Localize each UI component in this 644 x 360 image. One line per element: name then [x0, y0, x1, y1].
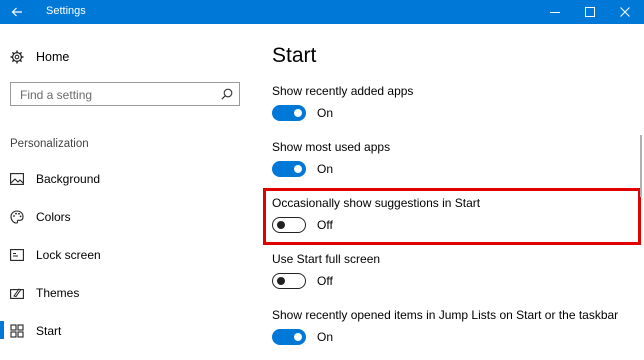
minimize-button[interactable] — [538, 0, 572, 24]
start-icon — [10, 324, 24, 338]
search-icon — [221, 88, 233, 100]
start-full-screen-toggle[interactable] — [272, 273, 306, 289]
setting-label: Use Start full screen — [272, 252, 381, 266]
sidebar-item-label: Themes — [36, 286, 80, 300]
sidebar-item-colors[interactable]: Colors — [0, 206, 256, 228]
setting-start-full-screen: Use Start full screen Off — [272, 252, 642, 289]
close-button[interactable] — [608, 0, 642, 24]
setting-label: Show recently added apps — [272, 84, 414, 98]
window-title: Settings — [46, 5, 86, 17]
palette-icon — [10, 210, 24, 224]
minimize-icon — [550, 12, 560, 13]
most-used-apps-toggle[interactable] — [272, 161, 306, 177]
sidebar-item-label: Colors — [36, 210, 71, 224]
themes-icon — [10, 286, 24, 300]
maximize-icon — [585, 7, 595, 17]
highlight-box — [263, 188, 641, 245]
search-placeholder: Find a setting — [20, 88, 93, 102]
sidebar-item-label: Start — [36, 324, 62, 338]
setting-most-used-apps: Show most used apps On — [272, 140, 642, 177]
toggle-state: On — [317, 162, 334, 176]
close-icon — [620, 7, 630, 17]
toggle-state: On — [317, 330, 334, 344]
sidebar-item-lock-screen[interactable]: Lock screen — [0, 244, 256, 266]
picture-icon — [10, 172, 24, 186]
sidebar-item-label: Background — [36, 172, 101, 186]
setting-recently-added-apps: Show recently added apps On — [272, 84, 642, 121]
sidebar-item-label: Lock screen — [36, 248, 101, 262]
setting-jump-lists: Show recently opened items in Jump Lists… — [272, 308, 642, 345]
lock-screen-icon — [10, 248, 24, 262]
jump-lists-toggle[interactable] — [272, 329, 306, 345]
home-label: Home — [36, 50, 70, 64]
sidebar-item-themes[interactable]: Themes — [0, 282, 256, 304]
page-title: Start — [272, 44, 317, 67]
sidebar-item-background[interactable]: Background — [0, 168, 256, 190]
maximize-button[interactable] — [573, 0, 607, 24]
home-link[interactable]: Home — [10, 48, 69, 66]
setting-label: Show recently opened items in Jump Lists… — [272, 308, 619, 322]
toggle-state: Off — [317, 274, 333, 288]
sidebar: Home Find a setting Personalization Back… — [0, 24, 256, 360]
gear-icon — [10, 50, 24, 64]
back-button[interactable] — [0, 0, 34, 24]
setting-label: Show most used apps — [272, 140, 391, 154]
toggle-state: On — [317, 106, 334, 120]
search-input[interactable]: Find a setting — [10, 82, 240, 106]
recently-added-apps-toggle[interactable] — [272, 105, 306, 121]
selection-indicator — [0, 321, 4, 339]
scrollbar[interactable] — [640, 135, 642, 197]
sidebar-item-start[interactable]: Start — [0, 320, 256, 342]
section-header: Personalization — [10, 138, 89, 150]
title-bar: Settings — [0, 0, 644, 24]
back-arrow-icon — [11, 7, 22, 17]
